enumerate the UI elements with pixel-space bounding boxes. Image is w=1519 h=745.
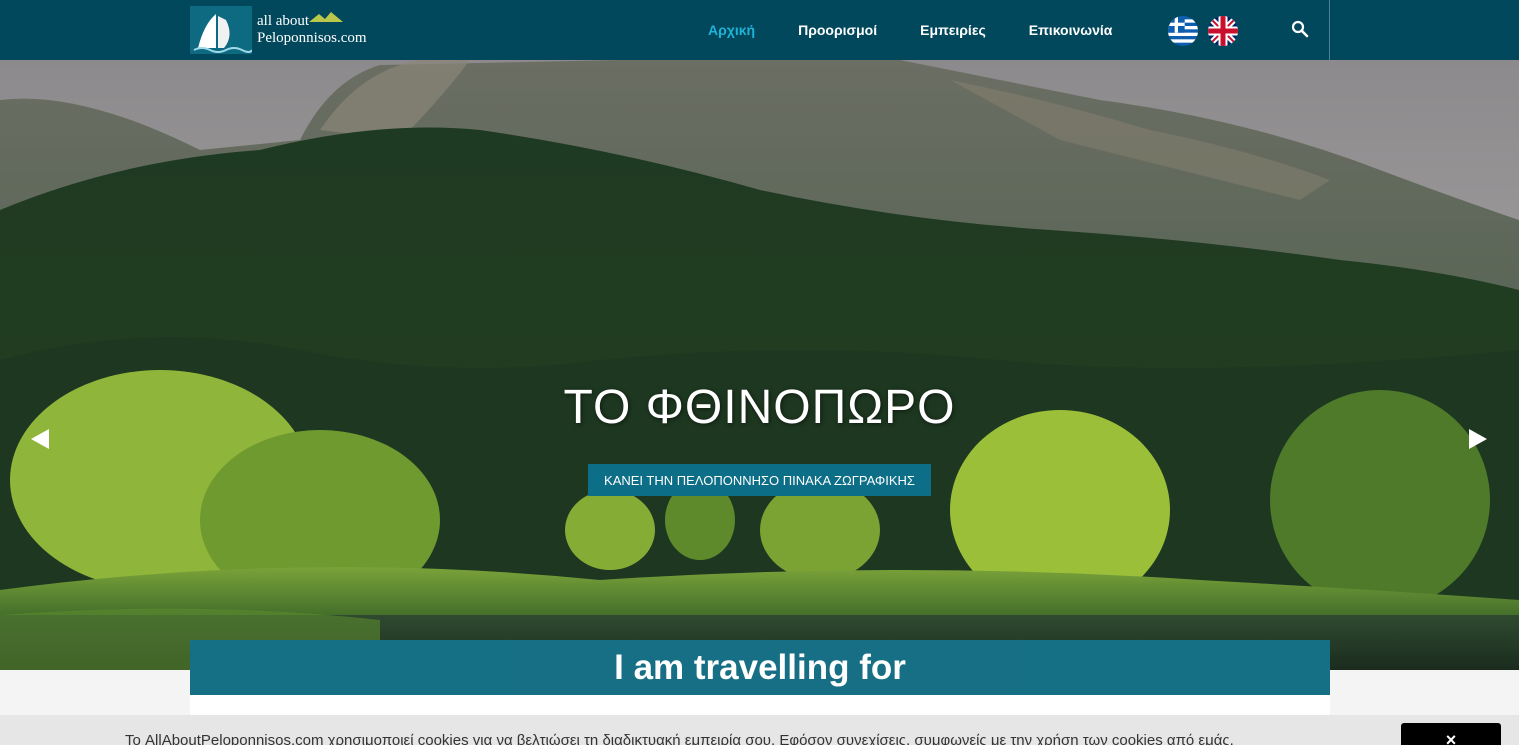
search-icon[interactable]	[1290, 19, 1310, 39]
site-header: all about Peloponnisos.com Αρχική Προορι…	[0, 0, 1519, 60]
hero-cta-button[interactable]: ΚΑΝΕΙ ΤΗΝ ΠΕΛΟΠΟΝΝΗΣΟ ΠΙΝΑΚΑ ΖΩΓΡΑΦΙΚΗΣ	[588, 464, 931, 496]
greek-flag-icon[interactable]	[1168, 16, 1198, 46]
arrow-left-icon[interactable]	[29, 428, 51, 450]
language-switcher	[1168, 16, 1238, 46]
travel-banner: I am travelling for	[190, 640, 1330, 695]
logo-mark	[190, 6, 252, 54]
nav-item-contact[interactable]: Επικοινωνία	[1029, 22, 1113, 38]
nav-item-destinations[interactable]: Προορισμοί	[798, 22, 877, 38]
cookie-close-button[interactable]: ×	[1401, 723, 1501, 745]
hero-title: ΤΟ ΦΘΙΝΟΠΩΡΟ	[563, 381, 956, 434]
main-nav: Αρχική Προορισμοί Εμπειρίες Επικοινωνία	[708, 0, 1155, 60]
hero-slider: ΤΟ ΦΘΙΝΟΠΩΡΟ ΚΑΝΕΙ ΤΗΝ ΠΕΛΟΠΟΝΝΗΣΟ ΠΙΝΑΚ…	[0, 60, 1519, 670]
site-logo[interactable]: all about Peloponnisos.com	[190, 6, 380, 54]
hero-landscape-image	[0, 60, 1519, 670]
uk-flag-icon[interactable]	[1208, 16, 1238, 46]
travel-heading: I am travelling for	[614, 647, 906, 687]
logo-line-2: Peloponnisos.com	[257, 30, 367, 46]
logo-text: all about Peloponnisos.com	[257, 12, 367, 47]
nav-item-experiences[interactable]: Εμπειρίες	[920, 22, 986, 38]
nav-item-home[interactable]: Αρχική	[708, 22, 755, 38]
cookie-text: Το AllAboutPeloponnisos.com χρησιμοποιεί…	[125, 732, 1234, 745]
header-divider	[1329, 0, 1330, 60]
cookie-bar: Το AllAboutPeloponnisos.com χρησιμοποιεί…	[0, 715, 1519, 745]
arrow-right-icon[interactable]	[1467, 428, 1489, 450]
